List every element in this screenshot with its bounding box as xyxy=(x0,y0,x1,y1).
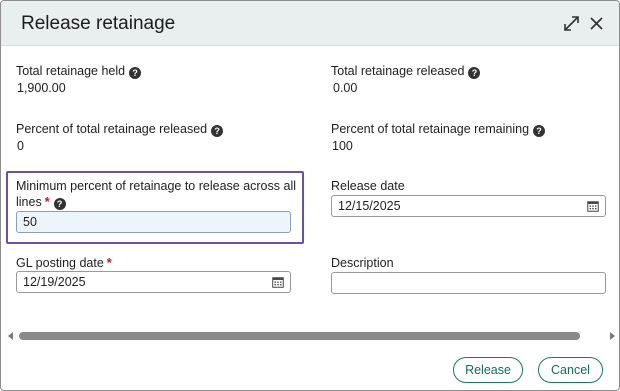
calendar-icon[interactable] xyxy=(272,276,284,288)
help-icon[interactable]: ? xyxy=(53,198,66,210)
percent-released-label: Percent of total retainage released? xyxy=(16,121,224,137)
calendar-icon[interactable] xyxy=(587,200,599,212)
total-retainage-held-text: Total retainage held xyxy=(16,64,126,78)
percent-released-value: 0 xyxy=(17,139,24,153)
percent-remaining-label: Percent of total retainage remaining? xyxy=(331,121,546,137)
gl-posting-date-label: GL posting date * xyxy=(16,255,112,271)
description-input[interactable] xyxy=(331,272,606,294)
required-indicator: * xyxy=(106,256,112,270)
min-percent-label-line1: Minimum percent of retainage to release … xyxy=(16,179,296,193)
total-retainage-released-text: Total retainage released xyxy=(331,64,465,78)
horizontal-scrollbar[interactable] xyxy=(19,332,605,340)
scroll-right-arrow[interactable] xyxy=(610,332,615,340)
help-icon[interactable]: ? xyxy=(468,67,481,79)
cancel-button[interactable]: Cancel xyxy=(538,357,603,383)
release-button[interactable]: Release xyxy=(453,357,523,383)
percent-remaining-text: Percent of total retainage remaining xyxy=(331,122,530,136)
min-percent-label: Minimum percent of retainage to release … xyxy=(16,178,296,210)
percent-remaining-value: 100 xyxy=(332,139,353,153)
release-date-input[interactable]: 12/15/2025 xyxy=(331,195,606,217)
description-label: Description xyxy=(331,256,394,270)
total-retainage-released-label: Total retainage released? xyxy=(331,63,481,79)
total-retainage-held-value: 1,900.00 xyxy=(17,81,66,95)
dialog-title: Release retainage xyxy=(21,13,176,34)
min-percent-input[interactable]: 50 xyxy=(16,211,291,233)
percent-released-text: Percent of total retainage released xyxy=(16,122,208,136)
expand-icon[interactable] xyxy=(562,14,581,33)
dialog-header: Release retainage xyxy=(1,1,619,46)
release-date-label: Release date xyxy=(331,179,405,193)
release-date-value: 12/15/2025 xyxy=(338,199,401,213)
required-indicator: * xyxy=(44,195,50,209)
gl-posting-date-input[interactable]: 12/19/2025 xyxy=(16,271,291,293)
scroll-left-arrow[interactable] xyxy=(8,332,13,340)
gl-posting-date-text: GL posting date xyxy=(16,256,104,270)
close-icon[interactable] xyxy=(587,14,606,33)
help-icon[interactable]: ? xyxy=(533,125,546,137)
gl-posting-date-value: 12/19/2025 xyxy=(23,275,86,289)
release-retainage-dialog: Release retainage Total retainage held? … xyxy=(0,0,620,391)
min-percent-label-line2: lines xyxy=(16,195,42,209)
scrollbar-thumb[interactable] xyxy=(19,332,580,340)
help-icon[interactable]: ? xyxy=(211,125,224,137)
total-retainage-released-value: 0.00 xyxy=(333,81,358,95)
help-icon[interactable]: ? xyxy=(129,67,142,79)
total-retainage-held-label: Total retainage held? xyxy=(16,63,142,79)
